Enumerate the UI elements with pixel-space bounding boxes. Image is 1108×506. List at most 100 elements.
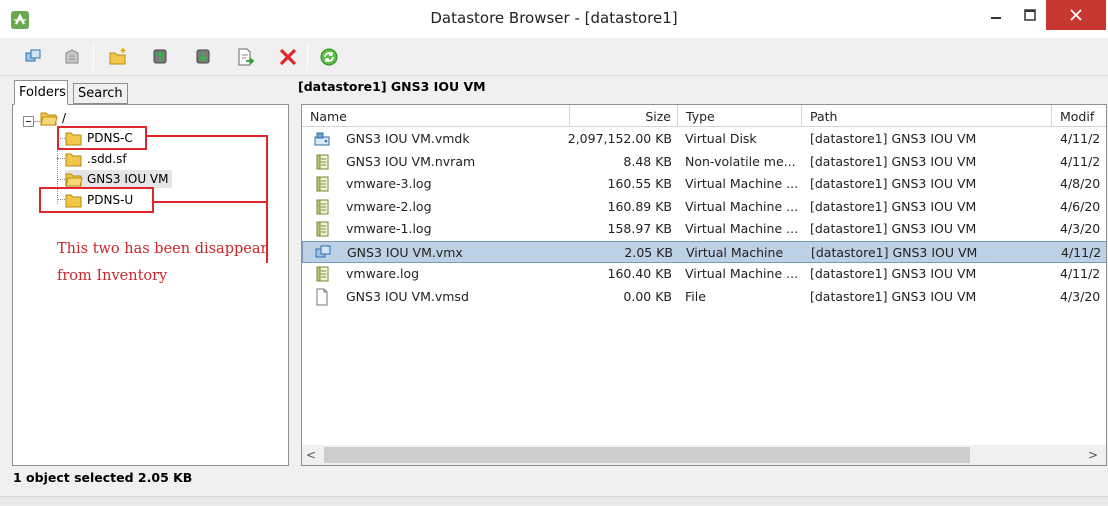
virtual-disk-icon [313,130,331,148]
virtual-machine-icon [314,244,332,262]
file-path: [datastore1] GNS3 IOU VM [810,176,977,191]
file-type: File [685,288,706,304]
file-path: [datastore1] GNS3 IOU VM [811,244,978,260]
toolbar-separator [93,44,94,70]
file-row[interactable]: vmware-2.log 160.89 KB Virtual Machine ...… [302,196,1106,219]
folder-tree: / PDNS-C .sdd.sf GNS3 IOU VM PDNS-U This… [12,104,289,466]
move-file-button[interactable] [233,45,257,69]
title-bar: Datastore Browser - [datastore1] [0,0,1108,38]
file-name: vmware-1.log [346,221,432,236]
file-modified: 4/8/20 [1060,176,1101,191]
tab-folders[interactable]: Folders [14,80,68,105]
column-header-type[interactable]: Type [678,105,802,127]
move-file-icon [238,48,255,66]
datastore-disabled-icon [65,49,79,64]
file-type: Virtual Machine ... [685,221,799,236]
folder-open-icon [65,173,83,187]
tree-item-gns3-iou-vm[interactable]: GNS3 IOU VM [65,170,172,188]
annotation-connector [147,135,268,137]
file-name: vmware-3.log [346,176,432,191]
annotation-connector [154,201,268,203]
file-type: Virtual Machine ... [685,198,799,214]
column-header-name[interactable]: Name [302,105,570,127]
file-size: 158.97 KB [607,221,672,236]
horizontal-scrollbar[interactable]: < > [302,445,1106,465]
tree-item-label: / [62,111,67,125]
toolbar [0,38,1108,76]
log-file-icon [313,153,331,171]
window-bottom-edge [0,496,1108,506]
datastore-browse-icon [25,49,41,62]
file-name: GNS3 IOU VM.vmx [347,244,463,260]
file-path: [datastore1] GNS3 IOU VM [810,266,977,281]
refresh-button[interactable] [317,45,341,69]
file-row[interactable]: GNS3 IOU VM.vmsd 0.00 KB File [datastore1] … [302,286,1106,309]
close-button[interactable] [1046,0,1106,30]
tree-item-label: GNS3 IOU VM [87,172,169,186]
folder-icon [65,153,82,167]
log-file-icon [313,175,331,193]
file-modified: 4/6/20 [1060,198,1101,214]
scroll-thumb[interactable] [324,447,970,463]
file-name: vmware-2.log [346,198,432,214]
file-size: 2,097,152.00 KB [567,131,672,146]
tree-item-root[interactable]: / [40,109,66,127]
minimize-icon [991,17,1001,19]
scroll-right-arrow[interactable]: > [1088,448,1098,462]
column-header-modified[interactable]: Modif [1052,105,1106,127]
file-type: Virtual Machine ... [685,266,799,281]
new-folder-button[interactable] [106,45,130,69]
column-header-path[interactable]: Path [802,105,1052,127]
upload-icon [153,49,167,64]
annotation-line: from Inventory [57,268,168,284]
maximize-icon [1024,9,1036,21]
minimize-button[interactable] [978,0,1014,30]
datastore-disabled-button[interactable] [60,45,84,69]
folder-open-icon [40,112,58,126]
file-modified: 4/11/2 [1061,244,1102,260]
upload-button[interactable] [148,45,172,69]
file-modified: 4/11/2 [1060,266,1101,281]
status-bar: 1 object selected 2.05 KB [0,466,1108,490]
file-row[interactable]: GNS3 IOU VM.vmx 2.05 KB Virtual Machine [da… [302,240,1106,263]
log-file-icon [313,198,331,216]
collapse-toggle[interactable] [23,116,34,127]
download-button[interactable] [191,45,215,69]
file-size: 160.40 KB [607,266,672,281]
file-size: 160.55 KB [607,176,672,191]
maximize-button[interactable] [1012,0,1048,30]
new-folder-icon [109,48,126,65]
file-list: Name Size Type Path Modif GNS3 IOU VM.vm… [301,104,1107,466]
file-type: Virtual Machine [686,244,784,260]
tab-search[interactable]: Search [73,83,128,104]
scroll-left-arrow[interactable]: < [306,448,316,462]
log-file-icon [313,220,331,238]
tree-item-sdd-sf[interactable]: .sdd.sf [65,150,127,168]
file-name: GNS3 IOU VM.vmdk [346,131,470,146]
file-path: [datastore1] GNS3 IOU VM [810,153,977,169]
tree-item-label: .sdd.sf [87,152,127,166]
log-file-icon [313,265,331,283]
browse-datastore-button[interactable] [21,45,45,69]
file-size: 160.89 KB [607,198,672,214]
file-row[interactable]: GNS3 IOU VM.nvram 8.48 KB Non-volatile me.… [302,151,1106,174]
current-path: [datastore1] GNS3 IOU VM [298,79,486,94]
refresh-icon [320,48,338,66]
file-modified: 4/3/20 [1060,221,1101,236]
file-row[interactable]: vmware-1.log 158.97 KB Virtual Machine ...… [302,218,1106,241]
file-name: GNS3 IOU VM.vmsd [346,288,469,304]
toolbar-separator [307,44,308,70]
file-name: GNS3 IOU VM.nvram [346,153,476,169]
file-size: 8.48 KB [623,153,672,169]
file-row[interactable]: vmware-3.log 160.55 KB Virtual Machine ...… [302,173,1106,196]
file-row[interactable]: vmware.log 160.40 KB Virtual Machine ... [d… [302,263,1106,286]
file-row[interactable]: GNS3 IOU VM.vmdk 2,097,152.00 KB Virtual D… [302,128,1106,151]
annotation-line: This two has been disappear [57,241,268,257]
file-modified: 4/11/2 [1060,153,1101,169]
file-modified: 4/3/20 [1060,288,1101,304]
file-path: [datastore1] GNS3 IOU VM [810,221,977,236]
file-path: [datastore1] GNS3 IOU VM [810,131,977,146]
file-size: 0.00 KB [623,288,672,304]
delete-button[interactable] [276,45,300,69]
column-header-size[interactable]: Size [570,105,678,127]
